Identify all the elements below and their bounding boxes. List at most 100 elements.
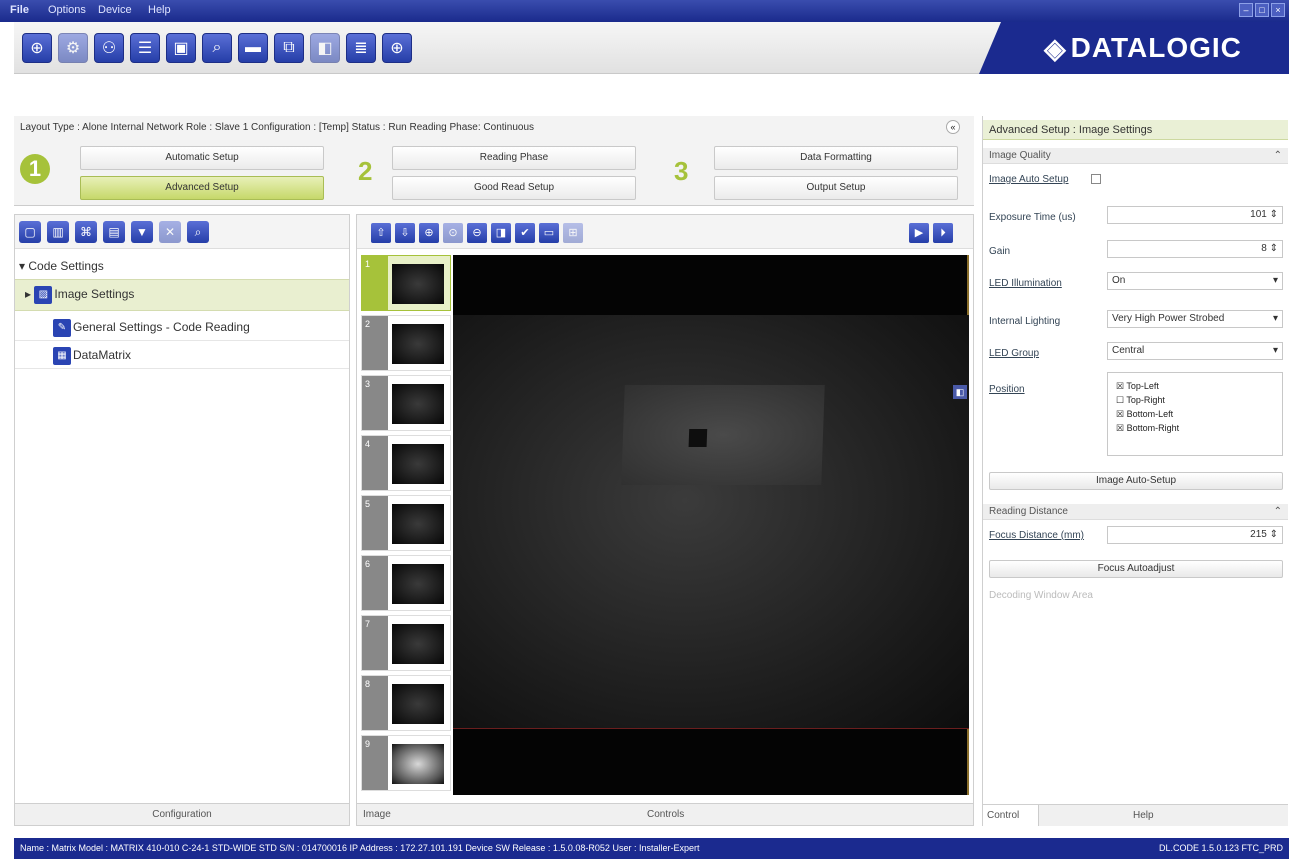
zoom-in-icon[interactable]: ⊕ [419,223,439,243]
internal-lighting-select[interactable]: Very High Power Strobed ▾ [1107,310,1283,328]
config-toolbar: ▢ ▥ ⌘ ▤ ▼ ✕ ⌕ [15,215,349,249]
tree-item-label: Image Settings [54,287,135,302]
image-auto-setup-checkbox[interactable] [1091,174,1101,184]
position-option: Bottom-Left [1126,409,1174,419]
output-setup-button[interactable]: Output Setup [714,176,958,200]
gain-field[interactable]: 8 ⇕ [1107,240,1283,258]
collapse-icon[interactable]: « [946,120,960,134]
window-icon[interactable]: ▬ [238,33,268,63]
thumbnail[interactable]: 1 [361,255,451,311]
advanced-setup-button[interactable]: Advanced Setup [80,176,324,200]
menu-options[interactable]: Options [48,4,86,16]
thumb-image [392,744,444,784]
menu-help[interactable]: Help [148,4,171,16]
tab-help[interactable]: Help [1133,810,1154,821]
position-bottom-left[interactable]: ☒ Bottom-Left [1116,407,1282,421]
thumbnail[interactable]: 4 [361,435,451,491]
code-icon[interactable]: ⌘ [75,221,97,243]
zoom-out-icon[interactable]: ⊖ [467,223,487,243]
status-bar: Name : Matrix Model : MATRIX 410-010 C-2… [14,838,1289,859]
thumbnail-strip: 1 2 3 4 5 6 7 8 9 [361,255,451,795]
tab-controls[interactable]: Controls [647,809,684,820]
target-icon[interactable]: ⊕ [382,33,412,63]
position-top-right[interactable]: ☐ Top-Right [1116,393,1282,407]
zoom-icon[interactable]: ⌕ [187,221,209,243]
roi-handle-icon[interactable]: ◧ [953,385,967,399]
tab-configuration[interactable]: Configuration [15,803,349,825]
chevron-icon: ⌃ [1273,506,1282,517]
check-icon[interactable]: ✔ [515,223,535,243]
columns-icon[interactable]: ▥ [47,221,69,243]
position-bottom-right[interactable]: ☒ Bottom-Right [1116,421,1282,435]
minimize-button[interactable]: – [1239,3,1253,17]
thumb-image [392,564,444,604]
led-group-value: Central [1112,345,1145,356]
tree-item-image-settings[interactable]: ▸ ▨ Image Settings [15,279,349,311]
section-image-quality[interactable]: Image Quality ⌃ [983,148,1288,164]
thumbnail[interactable]: 6 [361,555,451,611]
focus-distance-field[interactable]: 215 ⇕ [1107,526,1283,544]
position-option: Bottom-Right [1126,423,1180,433]
center-tabs: Image Controls [357,803,973,825]
user-icon[interactable]: ⚇ [94,33,124,63]
tab-image[interactable]: Image [363,809,391,820]
tree-item-datamatrix[interactable]: ▦ DataMatrix [15,343,349,369]
position-top-left[interactable]: ☒ Top-Left [1116,379,1282,393]
menu-file[interactable]: File [10,4,29,16]
decoding-window-section[interactable]: Decoding Window Area [989,590,1093,601]
capture-icon[interactable]: ◨ [491,223,511,243]
zoom-fit-icon[interactable]: ⊙ [443,223,463,243]
list-icon[interactable]: ≣ [346,33,376,63]
search-icon[interactable]: ⌕ [202,33,232,63]
thumbnail[interactable]: 9 [361,735,451,791]
led-illumination-select[interactable]: On ▾ [1107,272,1283,290]
exposure-field[interactable]: 101 ⇕ [1107,206,1283,224]
camera-icon[interactable]: ◧ [310,33,340,63]
automatic-setup-button[interactable]: Automatic Setup [80,146,324,170]
step-icon[interactable]: ⏵ [933,223,953,243]
thumbnail[interactable]: 3 [361,375,451,431]
new-icon[interactable]: ▢ [19,221,41,243]
tree-root[interactable]: ▾ Code Settings [15,259,349,273]
dropdown-icon: ▾ [1272,345,1278,356]
document-icon[interactable]: ☰ [130,33,160,63]
maximize-button[interactable]: □ [1255,3,1269,17]
led-group-select[interactable]: Central ▾ [1107,342,1283,360]
image-auto-setup-button[interactable]: Image Auto-Setup [989,472,1283,490]
frame-icon[interactable]: ▭ [539,223,559,243]
settings-icon[interactable]: ⚙ [58,33,88,63]
close-button[interactable]: × [1271,3,1285,17]
home-icon[interactable]: ⊕ [22,33,52,63]
properties-header: Advanced Setup : Image Settings [983,120,1288,140]
main-toolbar: ⊕ ⚙ ⚇ ☰ ▣ ⌕ ▬ ⧉ ◧ ≣ ⊕ ◈ DATALOGIC [14,22,1289,74]
thumbnail[interactable]: 8 [361,675,451,731]
good-read-setup-button[interactable]: Good Read Setup [392,176,636,200]
menu-device[interactable]: Device [98,4,132,16]
grid-icon[interactable]: ⊞ [563,223,583,243]
thumbnail[interactable]: 7 [361,615,451,671]
play-icon[interactable]: ▶ [909,223,929,243]
image-viewer[interactable]: ◧ [453,255,969,795]
dropdown-icon: ▾ [1272,313,1278,324]
focus-autoadjust-button[interactable]: Focus Autoadjust [989,560,1283,578]
gain-label: Gain [989,246,1011,257]
datamatrix-code [688,429,708,447]
thumbnail[interactable]: 2 [361,315,451,371]
upload-icon[interactable]: ⇧ [371,223,391,243]
network-icon[interactable]: ⧉ [274,33,304,63]
section-reading-distance[interactable]: Reading Distance ⌃ [983,504,1288,520]
filter-icon[interactable]: ▼ [131,221,153,243]
tab-control[interactable]: Control [983,805,1039,826]
tree-item-general-settings[interactable]: ✎ General Settings - Code Reading [15,315,349,341]
step-1-badge: 1 [20,154,50,184]
thumb-number: 2 [362,316,388,370]
save-icon[interactable]: ▤ [103,221,125,243]
delete-icon[interactable]: ✕ [159,221,181,243]
data-formatting-button[interactable]: Data Formatting [714,146,958,170]
download-icon[interactable]: ⇩ [395,223,415,243]
properties-panel: Advanced Setup : Image Settings Image Qu… [982,116,1289,826]
thumbnail[interactable]: 5 [361,495,451,551]
reading-phase-button[interactable]: Reading Phase [392,146,636,170]
right-tabs: Control Help [983,804,1288,826]
monitor-icon[interactable]: ▣ [166,33,196,63]
